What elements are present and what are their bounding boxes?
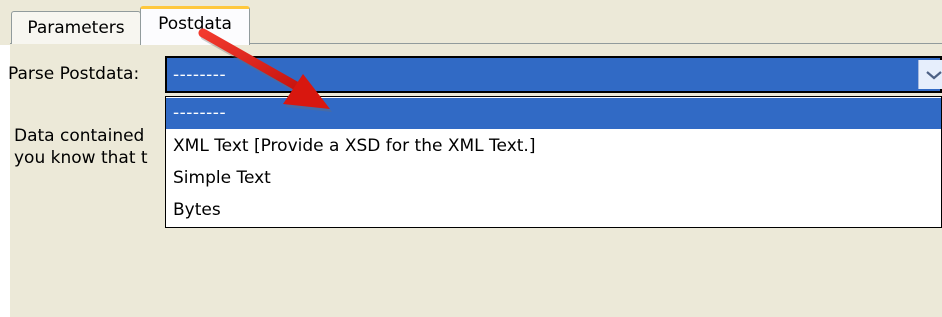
description-line-2: you know that t bbox=[14, 148, 148, 168]
description-text: Data contained you know that t bbox=[14, 125, 148, 169]
dropdown-toggle-button[interactable] bbox=[918, 60, 942, 89]
tab-postdata-label: Postdata bbox=[158, 14, 232, 34]
dropdown-option-simple-text[interactable]: Simple Text bbox=[166, 163, 941, 194]
parse-postdata-dropdown-list: -------- XML Text [Provide a XSD for the… bbox=[165, 96, 942, 228]
description-line-1: Data contained bbox=[14, 126, 145, 146]
tab-parameters[interactable]: Parameters bbox=[11, 11, 141, 44]
tab-parameters-label: Parameters bbox=[27, 17, 125, 38]
dropdown-option-xml-text[interactable]: XML Text [Provide a XSD for the XML Text… bbox=[166, 131, 941, 162]
parse-postdata-selected-value: -------- bbox=[173, 65, 227, 85]
chevron-down-icon bbox=[926, 70, 942, 79]
dropdown-option-none[interactable]: -------- bbox=[166, 98, 941, 129]
parse-postdata-select[interactable]: -------- bbox=[165, 56, 942, 93]
dropdown-option-bytes[interactable]: Bytes bbox=[166, 195, 941, 226]
parse-postdata-label: Parse Postdata: bbox=[8, 64, 140, 84]
tab-postdata[interactable]: Postdata bbox=[140, 6, 250, 45]
